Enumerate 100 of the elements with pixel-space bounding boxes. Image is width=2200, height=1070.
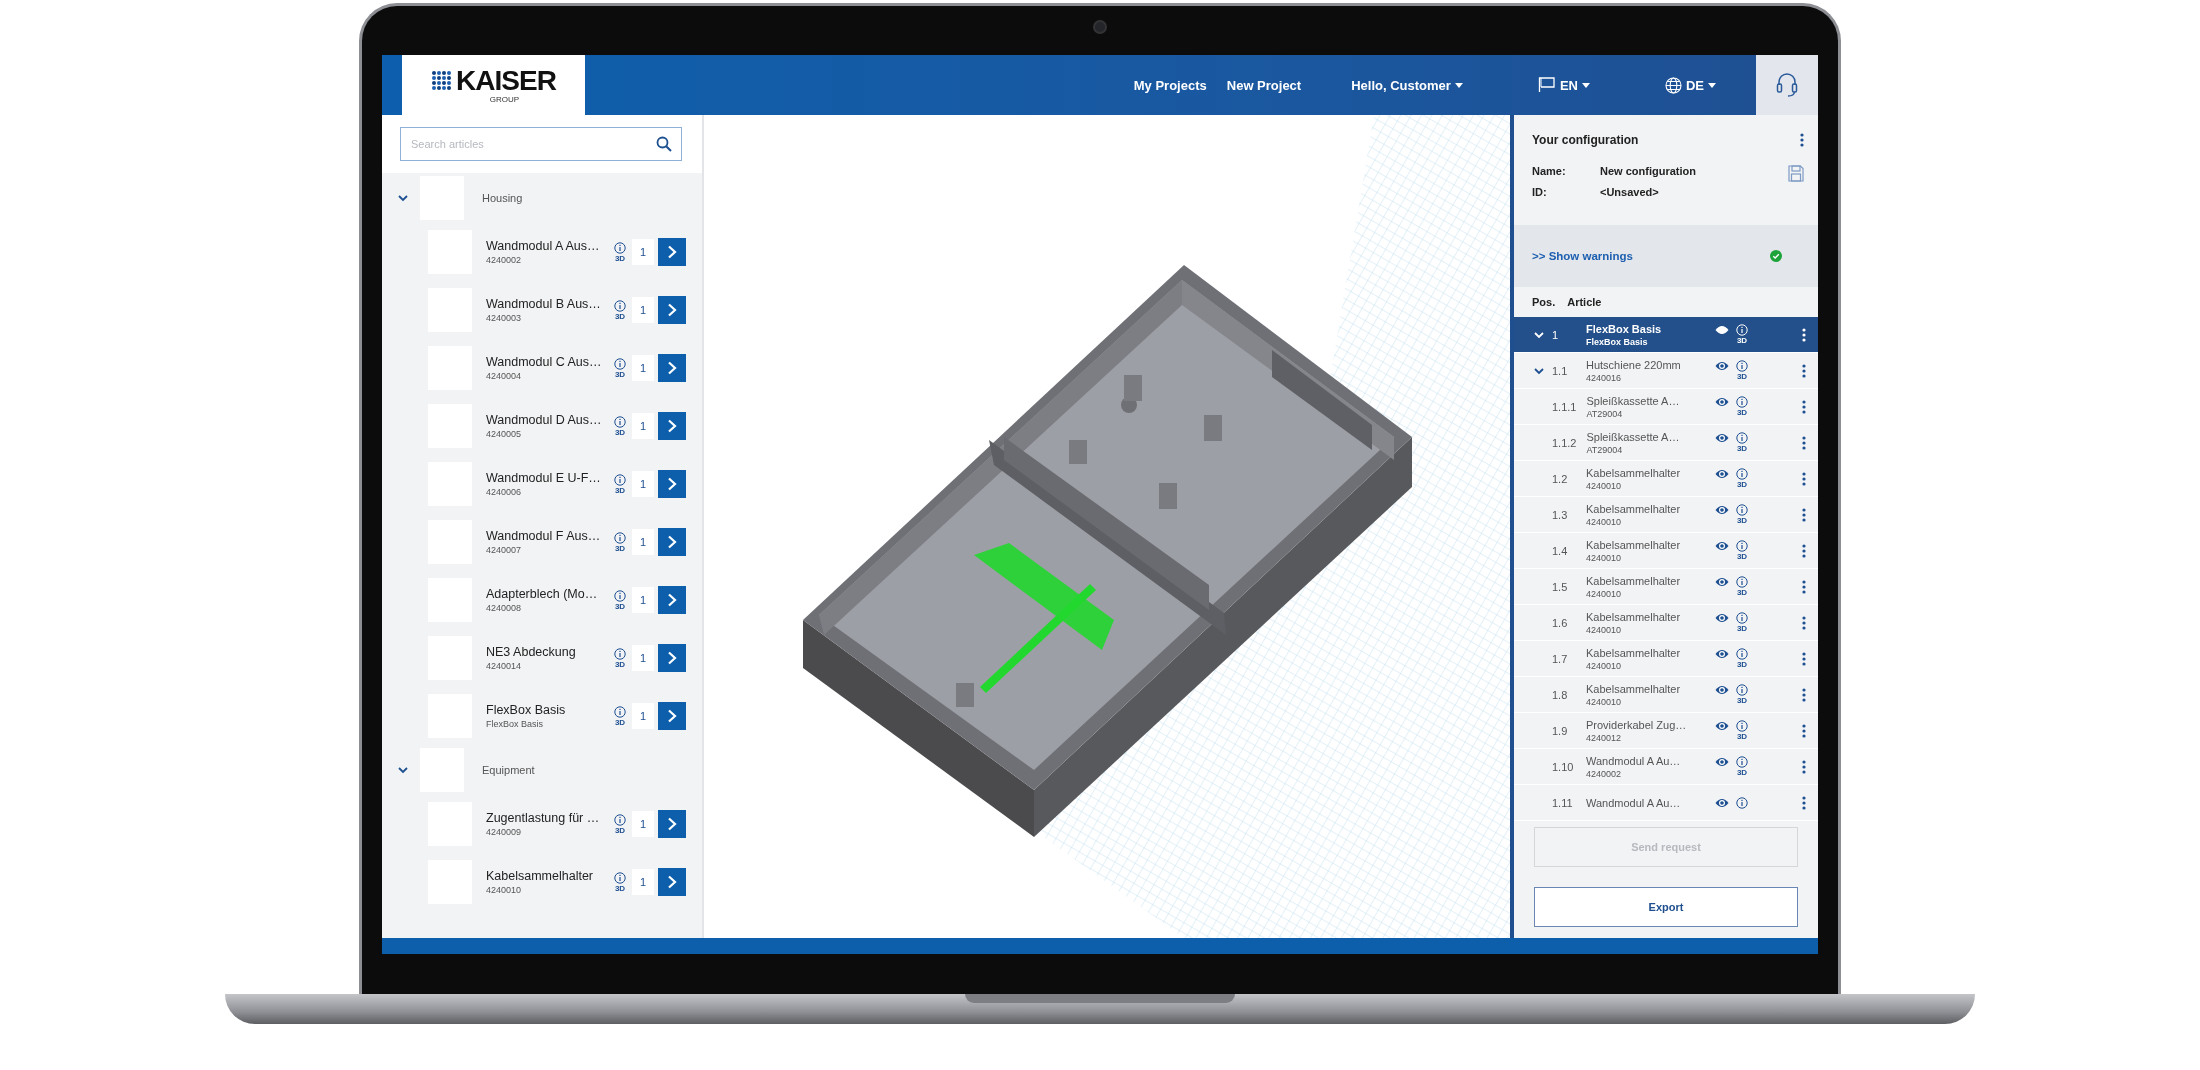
user-menu[interactable]: Hello, Customer bbox=[1351, 77, 1463, 93]
info-icon[interactable] bbox=[1736, 612, 1748, 624]
info-icon[interactable] bbox=[614, 705, 626, 718]
view-3d-link[interactable]: 3D bbox=[1736, 372, 1748, 381]
more-options-icon[interactable] bbox=[1802, 507, 1806, 522]
view-3d-link[interactable]: 3D bbox=[1736, 516, 1748, 525]
info-icon[interactable] bbox=[614, 357, 626, 370]
view-3d-link[interactable]: 3D bbox=[614, 717, 626, 727]
more-options-icon[interactable] bbox=[1802, 435, 1806, 450]
add-button[interactable] bbox=[658, 354, 686, 382]
quantity-field[interactable]: 1 bbox=[632, 645, 654, 671]
view-3d-link[interactable]: 3D bbox=[614, 659, 626, 669]
add-button[interactable] bbox=[658, 644, 686, 672]
add-button[interactable] bbox=[658, 586, 686, 614]
more-options-icon[interactable] bbox=[1802, 723, 1806, 738]
quantity-field[interactable]: 1 bbox=[632, 703, 654, 729]
add-button[interactable] bbox=[658, 296, 686, 324]
info-icon[interactable] bbox=[614, 241, 626, 254]
show-warnings-link[interactable]: >> Show warnings bbox=[1532, 250, 1633, 262]
add-button[interactable] bbox=[658, 528, 686, 556]
position-row[interactable]: 1.11 Wandmodul A Au… bbox=[1514, 785, 1818, 821]
eye-icon[interactable] bbox=[1715, 361, 1729, 371]
eye-icon[interactable] bbox=[1715, 757, 1729, 767]
position-row[interactable]: 1.9 Providerkabel Zug… 4240012 3D bbox=[1514, 713, 1818, 749]
quantity-field[interactable]: 1 bbox=[632, 587, 654, 613]
info-icon[interactable] bbox=[1736, 756, 1748, 768]
view-3d-link[interactable]: 3D bbox=[1736, 624, 1748, 633]
more-options-icon[interactable] bbox=[1802, 543, 1806, 558]
info-icon[interactable] bbox=[614, 647, 626, 660]
more-options-icon[interactable] bbox=[1802, 759, 1806, 774]
quantity-field[interactable]: 1 bbox=[632, 239, 654, 265]
more-options-icon[interactable] bbox=[1802, 795, 1806, 810]
info-icon[interactable] bbox=[1736, 468, 1748, 480]
position-row[interactable]: 1.10 Wandmodul A Au… 4240002 3D bbox=[1514, 749, 1818, 785]
view-3d-link[interactable]: 3D bbox=[1736, 588, 1748, 597]
eye-icon[interactable] bbox=[1715, 433, 1729, 443]
view-3d-link[interactable]: 3D bbox=[614, 601, 626, 611]
view-3d-link[interactable]: 3D bbox=[614, 883, 626, 893]
add-button[interactable] bbox=[658, 868, 686, 896]
eye-icon[interactable] bbox=[1715, 649, 1729, 659]
info-icon[interactable] bbox=[1736, 360, 1748, 372]
support-button[interactable] bbox=[1756, 55, 1818, 115]
view-3d-link[interactable]: 3D bbox=[614, 543, 626, 553]
view-3d-link[interactable]: 3D bbox=[1736, 336, 1748, 345]
more-options-icon[interactable] bbox=[1802, 399, 1806, 414]
info-icon[interactable] bbox=[1736, 396, 1748, 408]
view-3d-link[interactable]: 3D bbox=[1736, 444, 1748, 453]
add-button[interactable] bbox=[658, 810, 686, 838]
add-button[interactable] bbox=[658, 702, 686, 730]
quantity-field[interactable]: 1 bbox=[632, 297, 654, 323]
quantity-field[interactable]: 1 bbox=[632, 471, 654, 497]
position-row[interactable]: 1.5 Kabelsammelhalter 4240010 3D bbox=[1514, 569, 1818, 605]
view-3d-link[interactable]: 3D bbox=[1736, 552, 1748, 561]
position-row[interactable]: 1.3 Kabelsammelhalter 4240010 3D bbox=[1514, 497, 1818, 533]
info-icon[interactable] bbox=[1736, 504, 1748, 516]
eye-icon[interactable] bbox=[1715, 613, 1729, 623]
info-icon[interactable] bbox=[1736, 576, 1748, 588]
language-menu[interactable]: EN bbox=[1537, 77, 1590, 93]
eye-icon[interactable] bbox=[1715, 397, 1729, 407]
info-icon[interactable] bbox=[614, 871, 626, 884]
info-icon[interactable] bbox=[1736, 684, 1748, 696]
position-row[interactable]: 1 FlexBox Basis FlexBox Basis 3D bbox=[1514, 317, 1818, 353]
quantity-field[interactable]: 1 bbox=[632, 529, 654, 555]
more-options-icon[interactable] bbox=[1802, 615, 1806, 630]
eye-icon[interactable] bbox=[1715, 505, 1729, 515]
save-icon[interactable] bbox=[1788, 165, 1804, 182]
view-3d-link[interactable]: 3D bbox=[614, 253, 626, 263]
eye-icon[interactable] bbox=[1715, 325, 1729, 335]
position-row[interactable]: 1.8 Kabelsammelhalter 4240010 3D bbox=[1514, 677, 1818, 713]
info-icon[interactable] bbox=[1736, 432, 1748, 444]
quantity-field[interactable]: 1 bbox=[632, 869, 654, 895]
eye-icon[interactable] bbox=[1715, 541, 1729, 551]
info-icon[interactable] bbox=[1736, 540, 1748, 552]
more-options-icon[interactable] bbox=[1802, 327, 1806, 342]
position-row[interactable]: 1.6 Kabelsammelhalter 4240010 3D bbox=[1514, 605, 1818, 641]
view-3d-link[interactable]: 3D bbox=[614, 369, 626, 379]
more-options-icon[interactable] bbox=[1802, 363, 1806, 378]
eye-icon[interactable] bbox=[1715, 797, 1729, 808]
view-3d-link[interactable]: 3D bbox=[1736, 768, 1748, 777]
add-button[interactable] bbox=[658, 470, 686, 498]
nav-link[interactable]: New Project bbox=[1226, 77, 1302, 93]
more-options-icon[interactable] bbox=[1802, 651, 1806, 666]
quantity-field[interactable]: 1 bbox=[632, 413, 654, 439]
export-button[interactable]: Export bbox=[1534, 887, 1798, 927]
more-options-icon[interactable] bbox=[1802, 687, 1806, 702]
eye-icon[interactable] bbox=[1715, 577, 1729, 587]
view-3d-link[interactable]: 3D bbox=[1736, 408, 1748, 417]
quantity-field[interactable]: 1 bbox=[632, 355, 654, 381]
view-3d-link[interactable]: 3D bbox=[1736, 732, 1748, 741]
view-3d-link[interactable]: 3D bbox=[1736, 696, 1748, 705]
info-icon[interactable] bbox=[614, 299, 626, 312]
eye-icon[interactable] bbox=[1715, 721, 1729, 731]
region-menu[interactable]: DE bbox=[1664, 76, 1716, 94]
position-row[interactable]: 1.4 Kabelsammelhalter 4240010 3D bbox=[1514, 533, 1818, 569]
info-icon[interactable] bbox=[614, 415, 626, 428]
view-3d-link[interactable]: 3D bbox=[1736, 480, 1748, 489]
position-row[interactable]: 1.1 Hutschiene 220mm 4240016 3D bbox=[1514, 353, 1818, 389]
view-3d-link[interactable]: 3D bbox=[614, 485, 626, 495]
more-options-icon[interactable] bbox=[1802, 471, 1806, 486]
info-icon[interactable] bbox=[1736, 796, 1748, 809]
